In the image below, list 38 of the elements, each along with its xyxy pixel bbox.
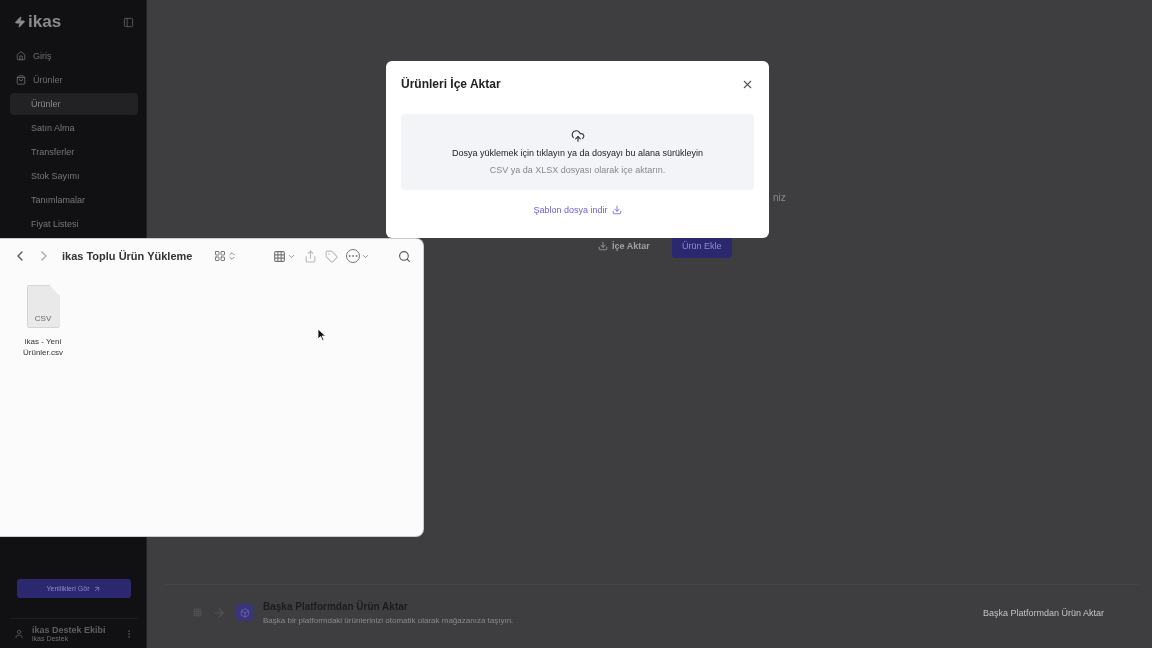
platform-import-button[interactable]: Başka Platformdan Ürün Aktar: [976, 606, 1110, 619]
nav-item[interactable]: Giriş: [10, 44, 138, 68]
folder-title: ikas Toplu Ürün Yükleme: [62, 250, 193, 262]
import-button[interactable]: İçe Aktar: [592, 239, 656, 252]
bag-icon: [16, 75, 26, 85]
arrow-up-right-icon: [93, 584, 102, 593]
file-name[interactable]: ikas - Yeni Ürünler.csv: [17, 336, 69, 358]
drop-hint: CSV ya da XLSX dosyası olarak içe aktarın.: [489, 165, 666, 175]
nav-subitem[interactable]: Satın Alma: [10, 117, 138, 139]
grid-view-icon[interactable]: [214, 250, 227, 262]
drop-zone[interactable]: Dosya yüklemek için tıklayın ya da dosyayı bu alana sürükleyin CSV ya da XLSX dosyası olarak içe aktarın.: [401, 114, 754, 190]
nav-item[interactable]: Ürünler: [10, 68, 138, 92]
logo: ikas: [14, 12, 62, 32]
nav-subitem[interactable]: Transferler: [10, 141, 138, 163]
share-icon[interactable]: [304, 249, 318, 263]
download-icon: [598, 240, 608, 251]
search-icon[interactable]: [398, 249, 411, 263]
upload-icon: [570, 129, 585, 143]
nav-subitem[interactable]: Ürünler: [10, 93, 138, 115]
card-description: Başka bir platformdaki ürünlerinizi otomatik olarak mağazanıza taşıyın.: [263, 615, 514, 625]
drop-title: Dosya yüklemek için tıklayın ya da dosyayı bu alana sürükleyin: [451, 148, 704, 158]
tag-icon[interactable]: [325, 249, 339, 263]
up-down-chevron-icon[interactable]: [227, 251, 238, 261]
description-text: niz: [773, 192, 786, 203]
nav-subitem[interactable]: Fiyat Listesi: [10, 213, 138, 235]
nav-subitem[interactable]: Tanımlamalar: [10, 189, 138, 211]
box-icon: [236, 604, 253, 621]
download-icon: [611, 205, 622, 215]
sidebar-toggle-icon[interactable]: [123, 16, 134, 28]
home-icon: [16, 51, 26, 61]
nav-subitem[interactable]: Stok Sayımı: [10, 165, 138, 187]
dialog-title: Ürünleri İçe Aktar: [401, 77, 501, 91]
file-icon[interactable]: CSV: [26, 285, 60, 328]
template-download-link[interactable]: Şablon dosya indir: [533, 205, 622, 215]
user-icon: [14, 628, 24, 639]
cursor-icon: [318, 329, 326, 341]
group-icon[interactable]: [273, 249, 287, 263]
user-name: ikas Destek Ekibi: [32, 625, 107, 635]
